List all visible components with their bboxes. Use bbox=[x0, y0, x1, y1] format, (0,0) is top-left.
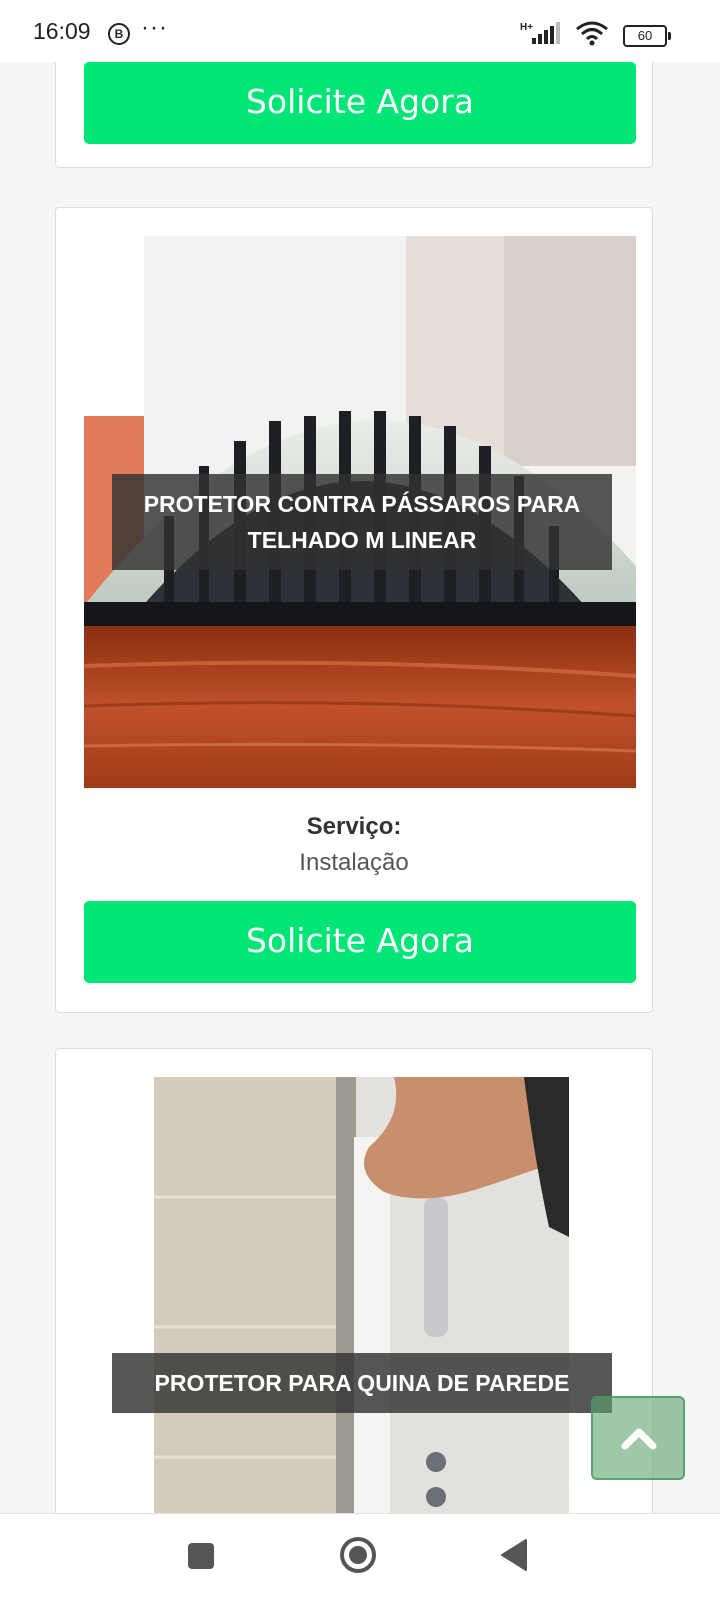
status-time: 16:09 bbox=[33, 18, 91, 44]
notification-b-icon: B bbox=[108, 23, 130, 45]
more-notifications-icon: ··· bbox=[141, 14, 168, 41]
product-image-wall-corner-protector bbox=[154, 1077, 569, 1557]
recents-square-icon[interactable] bbox=[187, 1542, 215, 1575]
product-card: PROTETOR PARA QUINA DE PAREDE bbox=[55, 1048, 653, 1568]
request-now-button[interactable]: Solicite Agora bbox=[84, 62, 636, 144]
home-circle-icon[interactable] bbox=[339, 1536, 377, 1579]
network-type-label: H+ bbox=[520, 22, 533, 33]
battery-icon: 60 bbox=[623, 25, 671, 47]
back-triangle-icon[interactable] bbox=[500, 1538, 528, 1577]
system-nav-bar bbox=[0, 1513, 720, 1600]
service-label: Serviço: bbox=[306, 813, 402, 840]
product-card: PROTETOR CONTRA PÁSSAROS PARA TELHADO M … bbox=[55, 207, 653, 1013]
service-value: Instalação bbox=[299, 849, 409, 876]
back-to-top-button[interactable] bbox=[591, 1396, 685, 1480]
request-now-button[interactable]: Solicite Agora bbox=[84, 901, 636, 983]
product-caption: PROTETOR CONTRA PÁSSAROS PARA TELHADO M … bbox=[112, 474, 612, 570]
status-bar: 16:09 B ··· H+ 60 bbox=[0, 0, 720, 62]
wifi-icon bbox=[575, 20, 609, 51]
chevron-up-icon bbox=[621, 1428, 657, 1450]
signal-icon: H+ bbox=[520, 20, 564, 51]
product-caption: PROTETOR PARA QUINA DE PAREDE bbox=[112, 1353, 612, 1413]
